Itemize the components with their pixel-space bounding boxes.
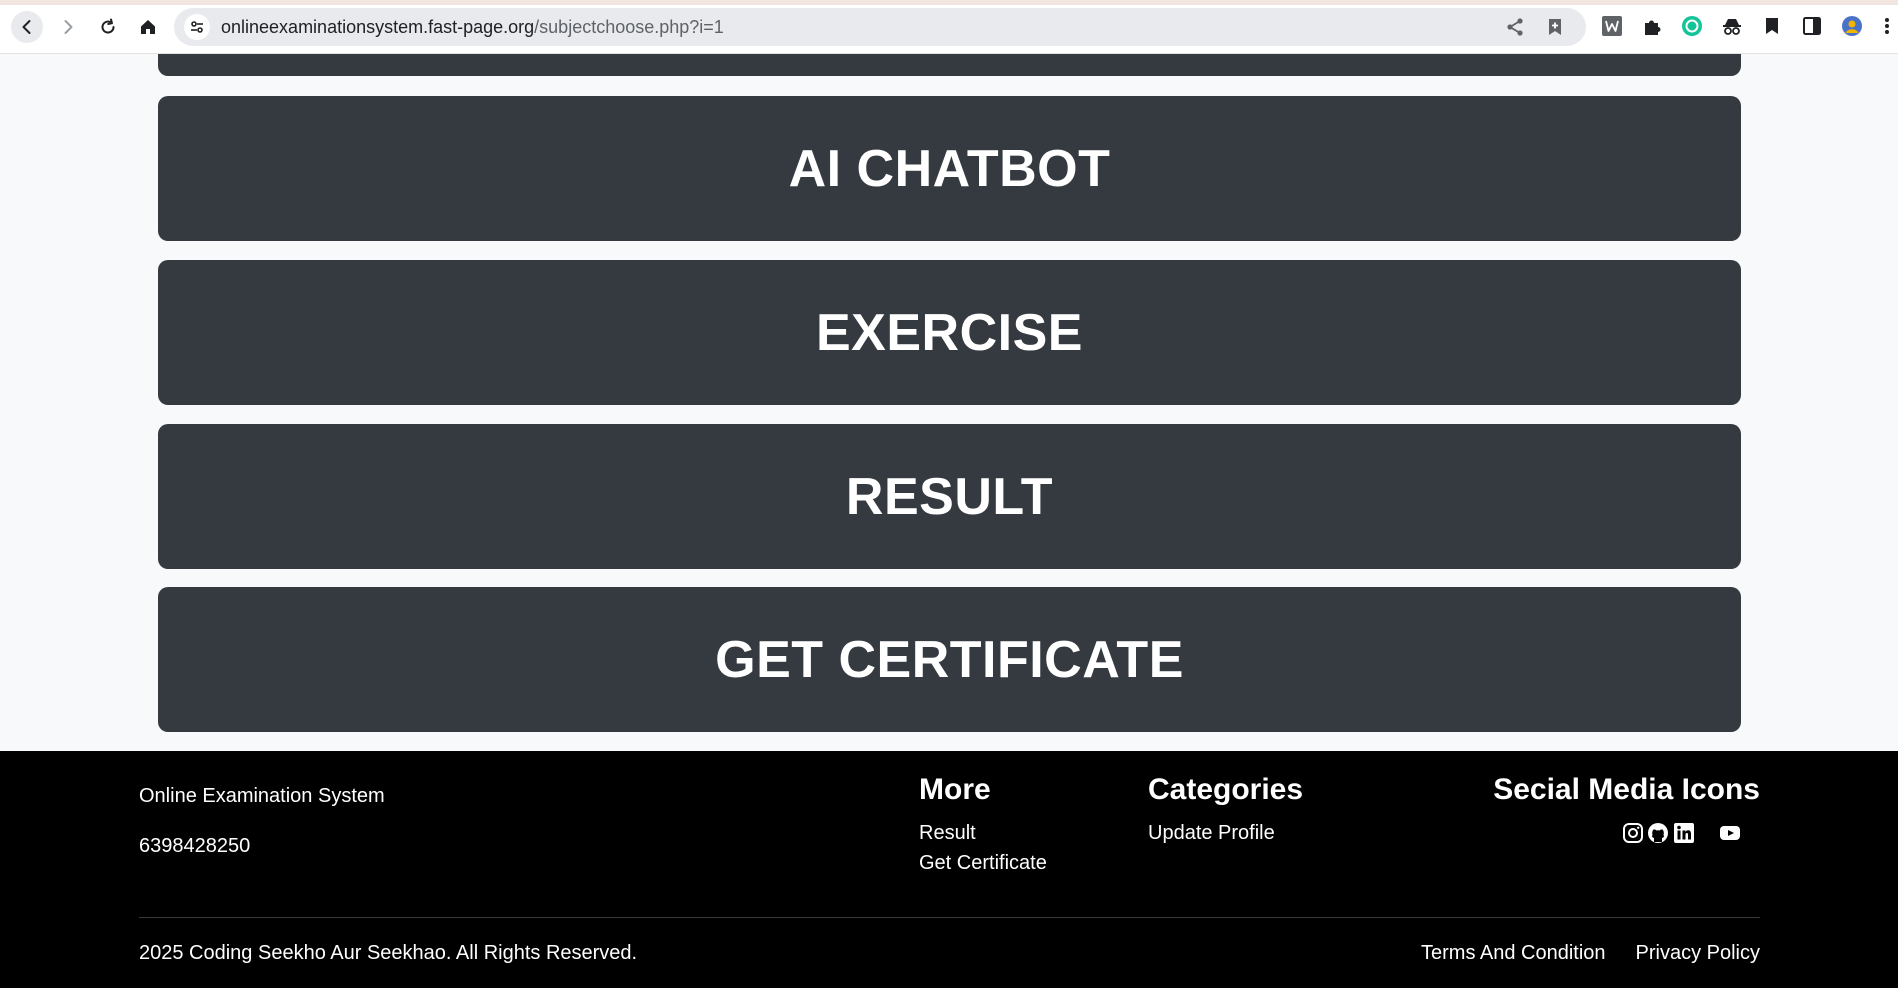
footer-divider [139,917,1760,918]
footer: Online Examination System 6398428250 Mor… [0,751,1898,988]
page-content: AI CHATBOT EXERCISE RESULT GET CERTIFICA… [0,54,1898,751]
footer-phone: 6398428250 [139,835,251,857]
footer-site-name: Online Examination System [139,785,385,807]
github-icon[interactable] [1646,821,1670,845]
footer-categories-heading: Categories [1148,773,1304,806]
exercise-button[interactable]: EXERCISE [158,260,1741,405]
footer-terms-link[interactable]: Terms And Condition [1421,942,1606,965]
incognito-extension-icon[interactable] [1720,14,1744,38]
url-text[interactable]: onlineexaminationsystem.fast-page.org/su… [221,17,724,38]
bookmark-icon[interactable] [1760,14,1784,38]
home-button[interactable] [132,11,164,43]
url-path: /subjectchoose.php?i=1 [534,17,724,37]
reload-icon [101,18,115,34]
menu-card-partial[interactable] [158,54,1741,76]
browser-toolbar: onlineexaminationsystem.fast-page.org/su… [0,0,1898,54]
url-host: onlineexaminationsystem.fast-page.org [221,17,535,37]
footer-social-heading: Secial Media Icons [1493,773,1760,806]
get-certificate-button[interactable]: GET CERTIFICATE [158,587,1741,732]
footer-copyright: 2025 Coding Seekho Aur Seekhao. All Righ… [139,942,638,964]
youtube-icon[interactable] [1718,821,1742,845]
arrow-right-icon [64,20,73,34]
puzzle-extension-icon[interactable] [1640,14,1664,38]
ai-chatbot-button[interactable]: AI CHATBOT [158,96,1741,241]
site-info-button[interactable] [184,14,210,40]
back-button[interactable] [11,11,43,43]
footer-privacy-link[interactable]: Privacy Policy [1636,942,1760,965]
side-panel-icon[interactable] [1800,14,1824,38]
footer-link-update-profile[interactable]: Update Profile [1148,822,1275,845]
footer-link-get-certificate[interactable]: Get Certificate [919,852,1047,875]
profile-avatar-icon[interactable] [1840,14,1864,38]
grammar-extension-icon[interactable] [1680,14,1704,38]
share-icon[interactable] [1504,16,1526,38]
reload-button[interactable] [92,11,124,43]
word-extension-icon[interactable] [1600,14,1624,38]
linkedin-icon[interactable] [1672,821,1696,845]
home-icon [141,20,155,34]
footer-link-result[interactable]: Result [919,822,976,845]
instagram-icon[interactable] [1621,821,1645,845]
menu-icon[interactable] [1880,14,1894,38]
bookmark-add-icon[interactable] [1544,16,1566,38]
result-button[interactable]: RESULT [158,424,1741,569]
arrow-left-icon [22,20,31,34]
address-bar[interactable]: onlineexaminationsystem.fast-page.org/su… [174,8,1586,46]
tab-strip-edge [0,0,1898,5]
tune-icon [191,21,203,33]
forward-button[interactable] [52,11,84,43]
footer-more-heading: More [919,773,991,806]
